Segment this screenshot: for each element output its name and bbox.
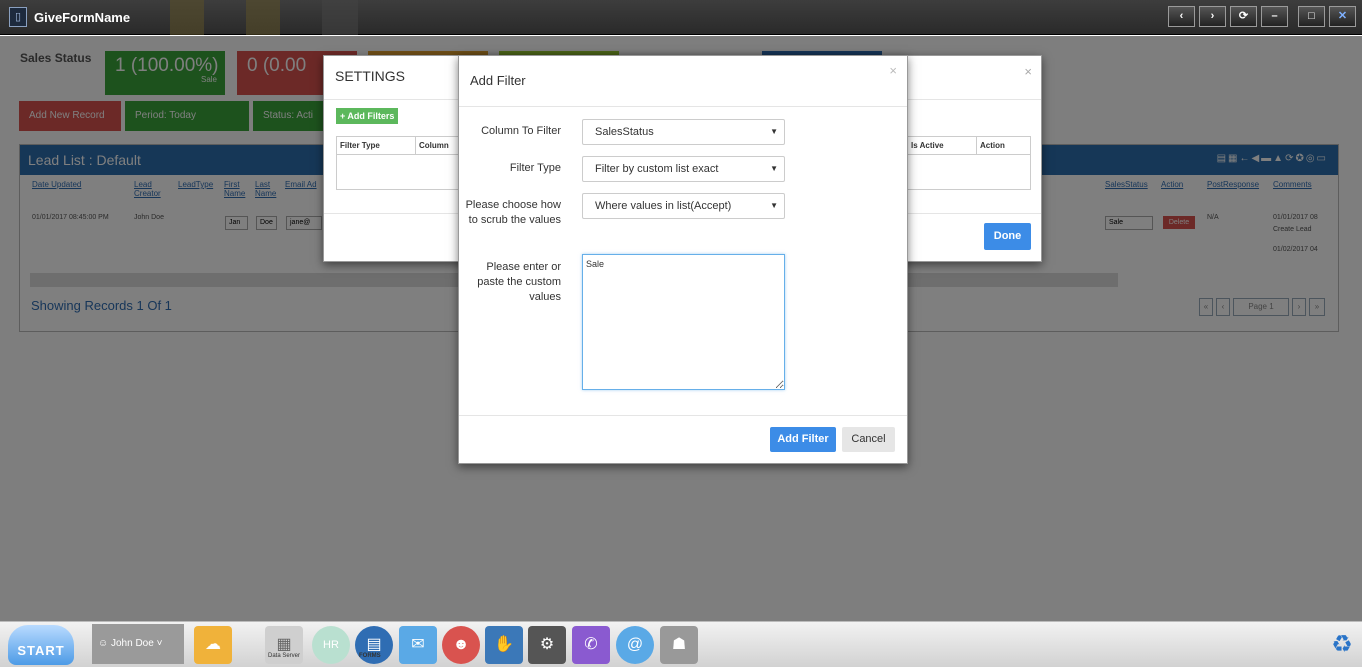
email-at-icon[interactable]: @ [616,626,654,664]
window-controls: ‹ › ⟳ – □ ✕ [1168,6,1356,27]
contacts-icon[interactable]: ☗ [660,626,698,664]
back-button[interactable]: ‹ [1168,6,1195,27]
filter-type-label: Filter Type [509,162,561,174]
select-value: SalesStatus [595,126,654,138]
forms-label: FORMS [359,653,381,659]
phone-settings-icon[interactable]: ⚙ [528,626,566,664]
start-button[interactable]: START [8,625,74,665]
title-deco-block [246,0,280,35]
caret-down-icon: ▼ [770,201,778,210]
divider [459,106,907,107]
add-filters-button[interactable]: + Add Filters [336,108,399,124]
divider [459,415,907,416]
select-value: Filter by custom list exact [595,163,719,175]
minimize-button[interactable]: – [1261,6,1288,27]
custom-values-textarea[interactable]: Sale [582,254,785,390]
user-menu[interactable]: ☺ John Doe ˅ [92,624,184,664]
user-name: John Doe ˅ [111,638,163,649]
column-to-filter-label: Column To Filter [481,125,561,137]
clients-icon[interactable]: ☻ [442,626,480,664]
camera-icon [322,0,358,35]
title-deco-block [170,0,204,35]
user-avatar-icon: ☺ [98,638,111,649]
folder-cloud-icon[interactable]: ☁ [194,626,232,664]
th-filter-type: Filter Type [337,137,416,155]
title-bar: ▯ GiveFormName ‹ › ⟳ – □ ✕ [0,0,1362,35]
caret-down-icon: ▼ [770,127,778,136]
add-filter-dialog: Add Filter × Column To Filter SalesStatu… [458,55,908,464]
phone-call-icon[interactable]: ✆ [572,626,610,664]
custom-values-label: Please enter or paste the custom values [477,261,561,303]
settings-title: SETTINGS [335,68,406,84]
done-button[interactable]: Done [984,223,1031,250]
refresh-button[interactable]: ⟳ [1230,6,1257,27]
forward-button[interactable]: › [1199,6,1226,27]
add-filter-close-icon[interactable]: × [889,63,897,78]
taskbar: START ☺ John Doe ˅ ☁ ▦ Data Server HR ▤ … [0,621,1362,667]
close-button[interactable]: ✕ [1329,6,1356,27]
settings-close-icon[interactable]: × [1024,64,1032,79]
handshake-icon[interactable]: ✋ [485,626,523,664]
th-action: Action [980,141,1005,150]
mail-icon[interactable]: ✉ [399,626,437,664]
window-title: GiveFormName [34,10,131,25]
contacts-book-icon: ▯ [9,7,27,27]
select-value: Where values in list(Accept) [595,200,732,212]
filter-type-select[interactable]: Filter by custom list exact ▼ [582,156,785,182]
maximize-button[interactable]: □ [1298,6,1325,27]
column-to-filter-select[interactable]: SalesStatus ▼ [582,119,785,145]
th-is-active: Is Active [907,137,977,155]
hr-icon[interactable]: HR [312,626,350,664]
data-server-label: Data Server [268,653,301,659]
caret-down-icon: ▼ [770,164,778,173]
scrub-values-label: Please choose how to scrub the values [465,199,561,226]
recycle-bin-icon[interactable]: ♻ [1326,624,1358,666]
add-filter-button[interactable]: Add Filter [770,427,836,452]
cancel-button[interactable]: Cancel [842,427,895,452]
add-filter-title: Add Filter [470,73,526,88]
scrub-values-select[interactable]: Where values in list(Accept) ▼ [582,193,785,219]
